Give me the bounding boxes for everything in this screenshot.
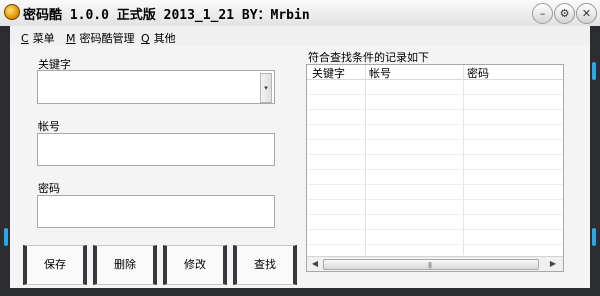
window-title: 密码酷 1.0.0 正式版 2013_1_21 BY：Mrbin xyxy=(23,8,310,23)
settings-button[interactable]: ⚙ xyxy=(554,3,575,24)
menu-item-other[interactable]: Q 其他 xyxy=(141,30,176,46)
scrollbar-thumb[interactable]: ||| xyxy=(323,259,539,270)
grip-icon: ||| xyxy=(428,262,432,269)
chevron-down-icon[interactable]: ▾ xyxy=(260,73,272,103)
row-gridline xyxy=(307,244,563,245)
results-caption: 符合查找条件的记录如下 xyxy=(308,51,429,64)
row-gridline xyxy=(307,229,563,230)
modify-button[interactable]: 修改 xyxy=(163,245,227,285)
results-header: 关键字 帐号 密码 xyxy=(307,65,563,80)
right-frame-edge xyxy=(590,26,600,296)
menu-item-menu[interactable]: C 菜单 xyxy=(21,30,55,46)
delete-button[interactable]: 删除 xyxy=(93,245,157,285)
account-label: 帐号 xyxy=(38,120,60,133)
client-area: C 菜单 M 密码酷管理 Q 其他 关键字 ▾ 帐号 密码 符合查找条件的记录如下 关… xyxy=(10,26,590,288)
save-button[interactable]: 保存 xyxy=(23,245,87,285)
menu-bar: C 菜单 M 密码酷管理 Q 其他 xyxy=(10,26,590,46)
menu-label-other: 其他 xyxy=(153,32,176,45)
left-accent-bar xyxy=(4,228,8,246)
menu-item-manage[interactable]: M 密码酷管理 xyxy=(66,30,135,46)
password-label: 密码 xyxy=(38,182,60,195)
title-bar[interactable]: 密码酷 1.0.0 正式版 2013_1_21 BY：Mrbin – ⚙ ✕ xyxy=(0,0,600,27)
row-gridline xyxy=(307,154,563,155)
menu-accel-q: Q xyxy=(141,32,150,45)
column-header-keyword[interactable]: 关键字 xyxy=(312,65,345,81)
results-list[interactable]: 关键字 帐号 密码 ◀ ||| ▶ xyxy=(306,64,564,272)
menu-label-menu: 菜单 xyxy=(32,32,55,45)
right-accent-bar-bottom xyxy=(592,228,596,246)
keyword-combobox[interactable]: ▾ xyxy=(37,70,275,104)
row-gridline xyxy=(307,169,563,170)
account-input[interactable] xyxy=(37,133,275,166)
column-header-account[interactable]: 帐号 xyxy=(369,65,391,81)
scroll-left-icon[interactable]: ◀ xyxy=(309,258,321,270)
minimize-button[interactable]: – xyxy=(532,3,553,24)
row-gridline xyxy=(307,184,563,185)
right-accent-bar-top xyxy=(592,62,596,80)
app-logo-icon xyxy=(4,4,20,20)
column-header-password[interactable]: 密码 xyxy=(467,65,489,81)
row-gridline xyxy=(307,94,563,95)
menu-accel-m: M xyxy=(66,32,76,45)
left-frame-edge xyxy=(0,26,10,296)
row-gridline xyxy=(307,214,563,215)
search-button[interactable]: 查找 xyxy=(233,245,297,285)
close-button[interactable]: ✕ xyxy=(576,3,597,24)
scroll-right-icon[interactable]: ▶ xyxy=(547,258,559,270)
row-gridline xyxy=(307,139,563,140)
row-gridline xyxy=(307,109,563,110)
row-gridline xyxy=(307,124,563,125)
password-input[interactable] xyxy=(37,195,275,228)
menu-label-manage: 密码酷管理 xyxy=(79,32,135,45)
row-gridline xyxy=(307,199,563,200)
horizontal-scrollbar[interactable]: ◀ ||| ▶ xyxy=(307,256,563,271)
menu-accel-c: C xyxy=(21,32,29,45)
